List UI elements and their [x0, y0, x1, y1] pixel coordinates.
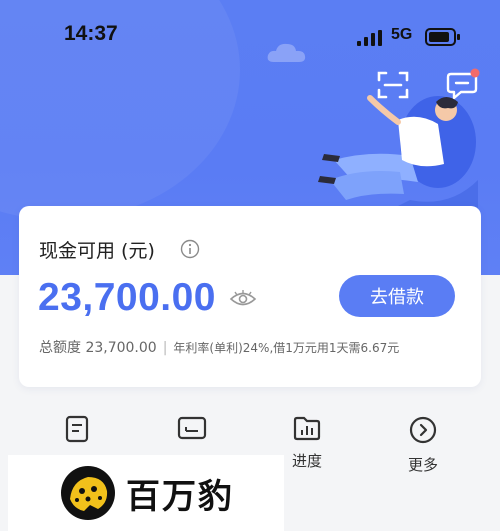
- document-icon: [65, 415, 89, 443]
- card-title: 现金可用 (元): [39, 240, 155, 262]
- status-bar: 14:37 5G: [0, 22, 500, 52]
- notification-badge: [470, 68, 480, 78]
- menu-item-more[interactable]: 更多: [383, 415, 463, 485]
- status-time: 14:37: [64, 22, 118, 45]
- network-type: 5G: [391, 26, 413, 43]
- quota-line: 总额度 23,700.00 | 年利率(单利)24%,借1万元用1天需6.67元: [39, 337, 399, 357]
- battery-icon: [425, 28, 460, 46]
- available-amount: 23,700.00: [38, 276, 217, 319]
- menu-label-more: 更多: [407, 456, 438, 474]
- signal-icon: [357, 30, 382, 46]
- cloud-decoration: [267, 43, 306, 62]
- brand-name: 百万豹: [126, 477, 234, 517]
- progress-icon: [293, 416, 321, 441]
- more-icon: [409, 416, 437, 444]
- borrow-button[interactable]: 去借款: [339, 275, 455, 317]
- repay-icon: [177, 416, 207, 440]
- total-quota: 总额度 23,700.00: [39, 340, 157, 356]
- available-cash-card: 现金可用 (元) 23,700.00 去借款 总额度 23,700.00 | 年利率…: [19, 206, 481, 387]
- interest-rate-text: 年利率(单利)24%,借1万元用1天需6.67元: [173, 341, 400, 355]
- divider: |: [162, 340, 168, 356]
- eye-icon[interactable]: [229, 290, 257, 308]
- brand-watermark: 百万豹: [8, 455, 284, 531]
- leopard-logo-icon: [61, 466, 115, 520]
- info-icon[interactable]: [180, 239, 200, 259]
- relaxing-person-illustration: [318, 95, 478, 210]
